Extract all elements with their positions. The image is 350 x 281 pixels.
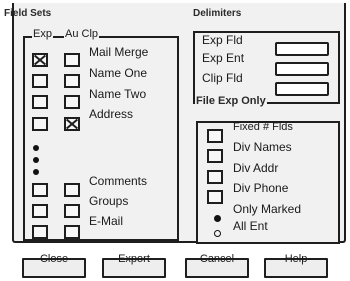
au-clp-column-header: Au Clp — [64, 28, 100, 41]
au-clp-checkbox-comments[interactable] — [64, 183, 80, 197]
exp-checkbox-groups[interactable] — [32, 204, 48, 218]
fixed-flds-checkbox[interactable] — [207, 129, 223, 143]
close-button[interactable]: Close — [22, 254, 86, 278]
only-marked-radio[interactable] — [214, 215, 221, 222]
exp-checkbox-name-one[interactable] — [32, 74, 48, 88]
only-marked-label: Only Marked — [233, 202, 302, 216]
clip-fld-input[interactable] — [275, 82, 329, 96]
field-set-label-mail-merge: Mail Merge — [89, 45, 149, 59]
exp-fld-input[interactable] — [275, 42, 329, 56]
exp-checkbox-e-mail[interactable] — [32, 225, 48, 239]
field-set-label-comments: Comments — [89, 174, 148, 188]
div-phone-checkbox[interactable] — [207, 190, 223, 204]
div-addr-checkbox[interactable] — [207, 170, 223, 184]
div-names-label: Div Names — [233, 140, 292, 154]
au-clp-checkbox-name-one[interactable] — [64, 74, 80, 88]
field-set-label-address: Address — [89, 107, 134, 121]
div-addr-label: Div Addr — [233, 161, 279, 175]
au-clp-checkbox-name-two[interactable] — [64, 95, 80, 109]
exp-ent-label: Exp Ent — [202, 51, 245, 65]
exp-ent-input[interactable] — [275, 62, 329, 76]
field-set-label-name-one: Name One — [89, 66, 148, 80]
close-button-label: Close — [39, 253, 69, 265]
exp-checkbox-mail-merge[interactable] — [32, 53, 48, 67]
exp-column-header: Exp — [32, 28, 53, 41]
div-names-checkbox[interactable] — [207, 149, 223, 163]
scroll-ellipsis-dot — [33, 145, 39, 151]
field-set-label-name-two: Name Two — [89, 87, 147, 101]
field-set-label-groups: Groups — [89, 194, 129, 208]
help-button-label: Help — [284, 253, 308, 265]
div-phone-label: Div Phone — [233, 181, 289, 195]
all-ent-radio[interactable] — [214, 230, 221, 237]
exp-checkbox-comments[interactable] — [32, 183, 48, 197]
clip-fld-label: Clip Fld — [202, 71, 243, 85]
export-button-label: Export — [118, 253, 150, 265]
file-exp-only-title: File Exp Only — [195, 95, 267, 107]
help-button[interactable]: Help — [264, 254, 328, 278]
scroll-ellipsis-dot — [33, 169, 39, 175]
cancel-button-label: Cancel — [199, 253, 235, 265]
field-sets-title: Field Sets — [4, 8, 52, 19]
all-ent-label: All Ent — [233, 219, 268, 233]
cancel-button[interactable]: Cancel — [185, 254, 249, 278]
au-clp-checkbox-mail-merge[interactable] — [64, 53, 80, 67]
au-clp-checkbox-address[interactable] — [64, 117, 80, 131]
exp-checkbox-name-two[interactable] — [32, 95, 48, 109]
au-clp-checkbox-e-mail[interactable] — [64, 225, 80, 239]
delimiters-title: Delimiters — [193, 8, 242, 19]
fixed-flds-label: Fixed # Flds — [233, 121, 293, 133]
au-clp-checkbox-groups[interactable] — [64, 204, 80, 218]
export-button[interactable]: Export — [102, 254, 166, 278]
exp-fld-label: Exp Fld — [202, 33, 243, 47]
scroll-ellipsis-dot — [33, 157, 39, 163]
field-set-label-e-mail: E-Mail — [89, 214, 124, 228]
exp-checkbox-address[interactable] — [32, 117, 48, 131]
